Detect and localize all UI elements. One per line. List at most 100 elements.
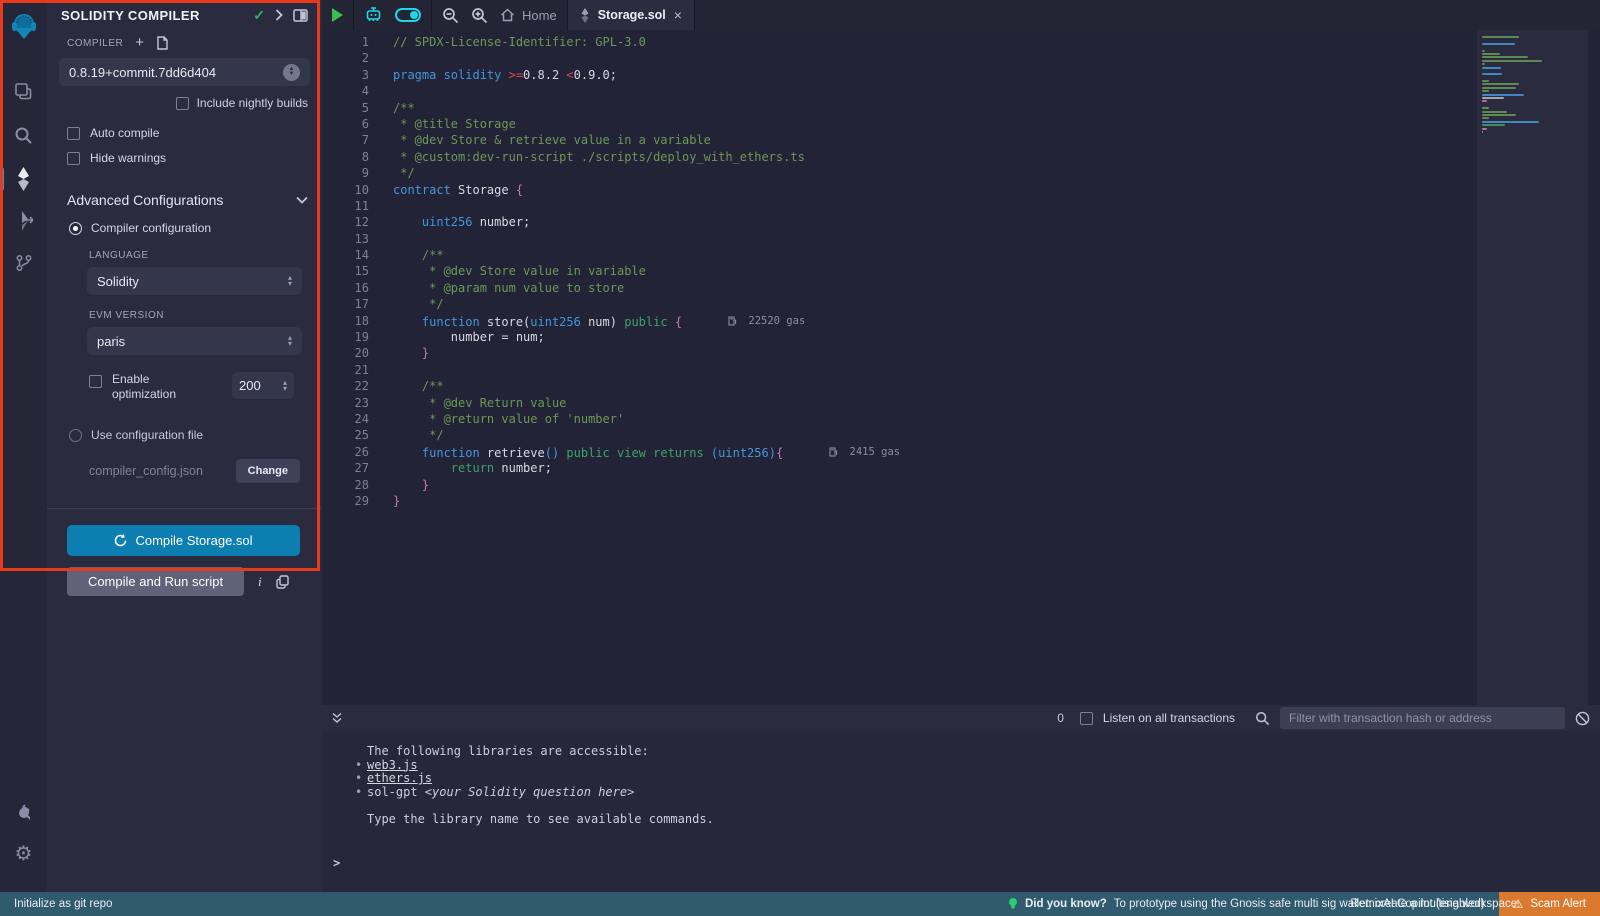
terminal-intro: The following libraries are accessible: <box>355 745 1600 759</box>
line-number: 25 <box>322 427 369 443</box>
add-compiler-icon[interactable]: + <box>135 38 144 48</box>
deploy-run-icon[interactable] <box>0 204 47 238</box>
git-icon[interactable] <box>0 246 47 280</box>
zoom-out-icon[interactable] <box>442 7 459 24</box>
stepper-arrows-icon[interactable]: ▴▾ <box>283 380 287 392</box>
compiler-version-select[interactable]: 0.8.19+commit.7dd6d404 ▲▼ <box>59 58 310 86</box>
minimap-line <box>1482 114 1516 116</box>
language-select[interactable]: Solidity ▴▾ <box>87 267 302 295</box>
tab-label: Storage.sol <box>598 8 666 22</box>
code-line[interactable]: 18 function store(uint256 num) public { … <box>322 313 1477 329</box>
include-nightly-label: Include nightly builds <box>197 96 308 110</box>
code-line[interactable]: 27 return number; <box>322 460 1477 476</box>
listen-transactions-checkbox[interactable] <box>1080 712 1093 725</box>
code-line[interactable]: 7 * @dev Store & retrieve value in a var… <box>322 132 1477 148</box>
refresh-icon <box>114 534 127 547</box>
remix-logo-icon[interactable] <box>0 0 47 52</box>
minimap[interactable] <box>1477 30 1588 705</box>
code-line[interactable]: 16 * @param num value to store <box>322 280 1477 296</box>
git-init-status[interactable]: Initialize as git repo <box>14 898 112 910</box>
advanced-configurations-title: Advanced Configurations <box>67 192 296 208</box>
line-number: 19 <box>322 329 369 345</box>
code-line[interactable]: 9 */ <box>322 165 1477 181</box>
include-nightly-checkbox[interactable] <box>176 97 189 110</box>
use-configuration-file-radio[interactable] <box>69 429 82 442</box>
code-line[interactable]: 21 <box>322 362 1477 378</box>
minimap-line <box>1482 97 1504 99</box>
transaction-filter-input[interactable] <box>1280 707 1565 729</box>
line-number: 29 <box>322 493 369 509</box>
run-script-play-button[interactable] <box>332 8 343 22</box>
main-column: Home Storage.sol × 1// SPDX-License-Iden… <box>322 0 1600 892</box>
line-number: 14 <box>322 247 369 263</box>
evm-version-select[interactable]: paris ▴▾ <box>87 327 302 355</box>
code-editor[interactable]: 1// SPDX-License-Identifier: GPL-3.023pr… <box>322 30 1600 705</box>
copilot-toggle[interactable] <box>395 8 421 22</box>
gas-estimate: 2415 gas <box>829 444 900 460</box>
enable-optimization-checkbox[interactable] <box>89 375 102 388</box>
home-tab[interactable]: Home <box>500 8 557 23</box>
code-line[interactable]: 3pragma solidity >=0.8.2 <0.9.0; <box>322 67 1477 83</box>
web3-link[interactable]: web3.js <box>367 758 418 772</box>
file-explorer-icon[interactable] <box>0 74 47 108</box>
solidity-compiler-icon[interactable] <box>0 162 47 196</box>
line-number: 28 <box>322 477 369 493</box>
code-line[interactable]: 1// SPDX-License-Identifier: GPL-3.0 <box>322 34 1477 50</box>
terminal-search-icon[interactable] <box>1255 711 1270 726</box>
code-line[interactable]: 8 * @custom:dev-run-script ./scripts/dep… <box>322 149 1477 165</box>
compile-and-run-button[interactable]: Compile and Run script <box>67 567 244 596</box>
code-line[interactable]: 14 /** <box>322 247 1477 263</box>
clear-console-icon[interactable] <box>1575 711 1590 726</box>
optimization-runs-input[interactable]: 200 ▴▾ <box>232 372 294 399</box>
hide-warnings-checkbox[interactable] <box>67 152 80 165</box>
zoom-in-icon[interactable] <box>471 7 488 24</box>
search-icon[interactable] <box>0 118 47 152</box>
code-line[interactable]: 12 uint256 number; <box>322 214 1477 230</box>
info-icon[interactable]: i <box>258 574 262 590</box>
terminal-prompt[interactable]: > <box>333 856 340 870</box>
ethers-link[interactable]: ethers.js <box>367 771 432 785</box>
code-line[interactable]: 24 * @return value of 'number' <box>322 411 1477 427</box>
code-line[interactable]: 6 * @title Storage <box>322 116 1477 132</box>
settings-gear-icon[interactable]: ⚙ <box>0 836 47 870</box>
code-line[interactable]: 10contract Storage { <box>322 182 1477 198</box>
code-line[interactable]: 25 */ <box>322 427 1477 443</box>
code-line[interactable]: 17 */ <box>322 296 1477 312</box>
advanced-configurations-header[interactable]: Advanced Configurations <box>67 192 308 208</box>
code-area[interactable]: 1// SPDX-License-Identifier: GPL-3.023pr… <box>322 34 1477 509</box>
compile-button[interactable]: Compile Storage.sol <box>67 525 300 556</box>
chevron-right-icon[interactable] <box>275 9 283 21</box>
compile-success-check-icon: ✓ <box>253 7 265 24</box>
code-line[interactable]: 26 function retrieve() public view retur… <box>322 444 1477 460</box>
code-line[interactable]: 2 <box>322 50 1477 66</box>
code-line[interactable]: 11 <box>322 198 1477 214</box>
code-line[interactable]: 19 number = num; <box>322 329 1477 345</box>
terminal-output[interactable]: The following libraries are accessible: … <box>322 731 1600 892</box>
code-line[interactable]: 15 * @dev Store value in variable <box>322 263 1477 279</box>
minimap-line <box>1482 63 1485 65</box>
close-tab-icon[interactable]: × <box>674 7 682 23</box>
code-line[interactable]: 4 <box>322 83 1477 99</box>
code-line[interactable]: 28 } <box>322 477 1477 493</box>
change-config-button[interactable]: Change <box>236 459 300 483</box>
ai-copilot-robot-icon[interactable] <box>364 6 383 24</box>
plugin-manager-icon[interactable] <box>0 794 47 828</box>
minimap-line <box>1482 80 1489 82</box>
code-line[interactable]: 5/** <box>322 100 1477 116</box>
code-line[interactable]: 22 /** <box>322 378 1477 394</box>
tab-storage-sol[interactable]: Storage.sol × <box>568 0 695 30</box>
copy-icon[interactable] <box>276 575 289 589</box>
expand-terminal-icon[interactable] <box>332 713 342 723</box>
code-line[interactable]: 20 } <box>322 345 1477 361</box>
line-number: 9 <box>322 165 369 181</box>
pin-panel-icon[interactable] <box>293 9 308 22</box>
editor-scrollbar[interactable] <box>1588 30 1600 705</box>
minimap-line <box>1482 90 1489 92</box>
open-file-icon[interactable] <box>156 36 169 50</box>
code-line[interactable]: 13 <box>322 231 1477 247</box>
auto-compile-checkbox[interactable] <box>67 127 80 140</box>
code-line[interactable]: 29} <box>322 493 1477 509</box>
compiler-configuration-radio[interactable] <box>69 222 82 235</box>
code-line[interactable]: 23 * @dev Return value <box>322 395 1477 411</box>
evm-version-value: paris <box>97 334 288 349</box>
